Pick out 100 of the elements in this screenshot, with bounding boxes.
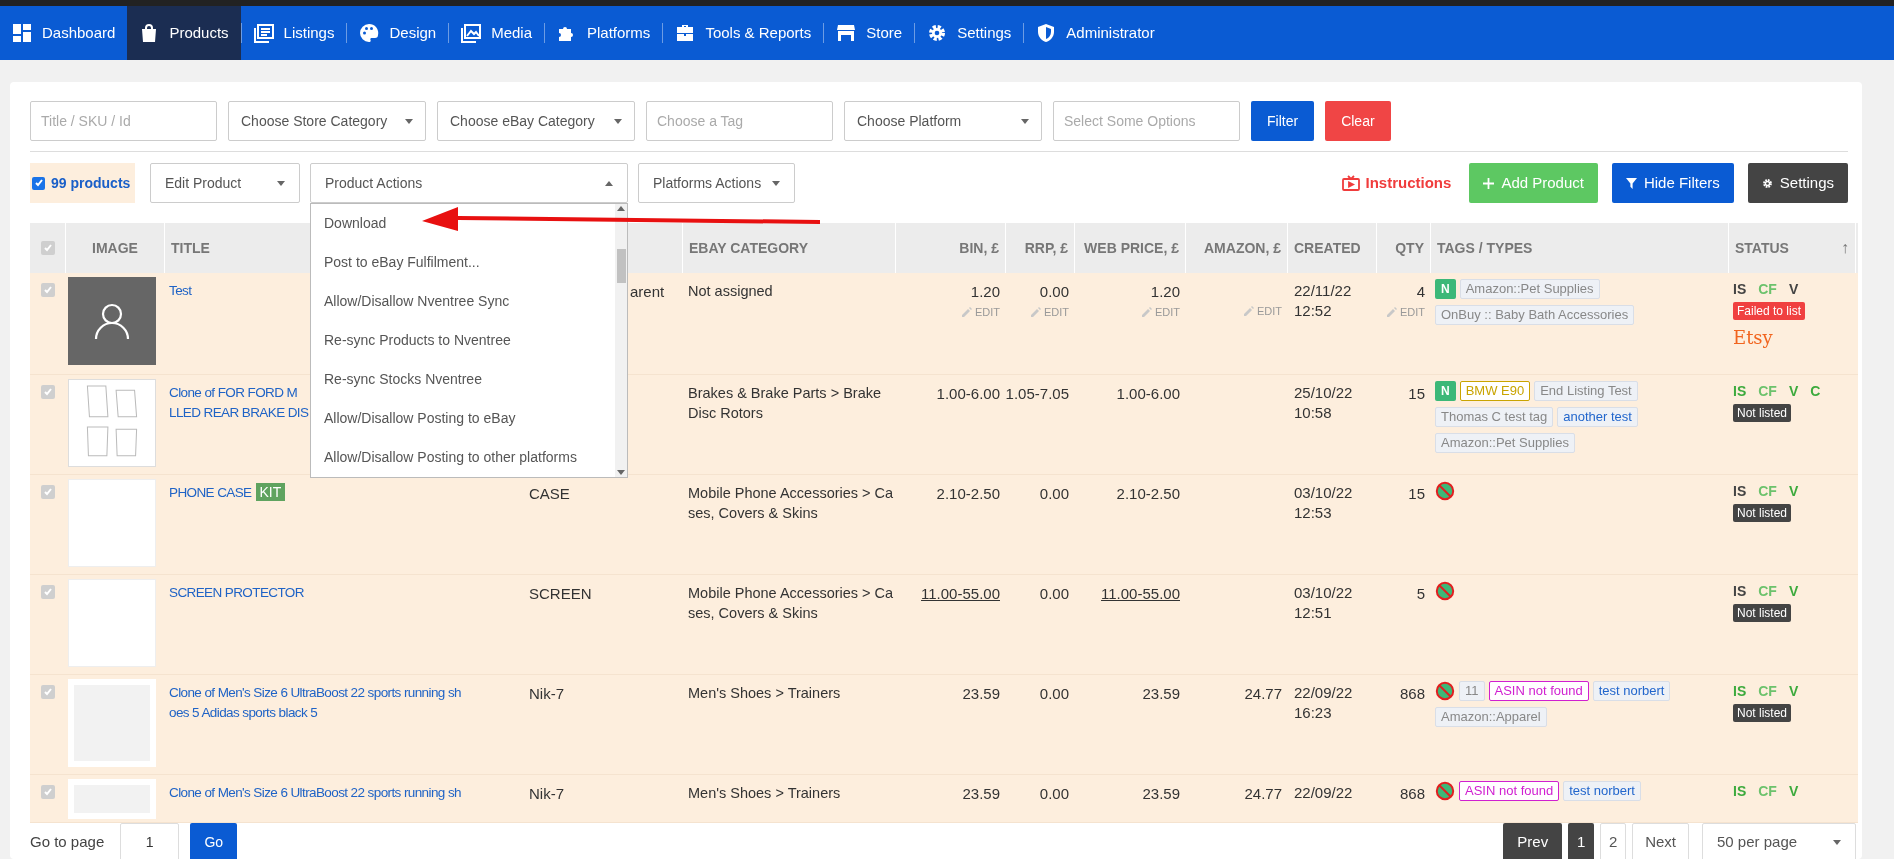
scrollbar[interactable] xyxy=(615,204,627,477)
filter-field[interactable]: Select Some Options xyxy=(1053,101,1240,141)
hide-filters-button[interactable]: Hide Filters xyxy=(1611,163,1734,203)
caret-icon xyxy=(1833,839,1841,845)
product-title-link[interactable]: Clone of Men's Size 6 UltraBoost 22 sports running sh xyxy=(169,783,461,803)
column-header[interactable]: TAGS / TYPES xyxy=(1437,237,1533,259)
sku-text: arent xyxy=(630,283,665,300)
nav-tab[interactable]: Products xyxy=(127,6,241,60)
tag-label[interactable]: test norbert xyxy=(1563,781,1641,801)
settings-button[interactable]: Settings xyxy=(1747,163,1848,203)
tag-label[interactable]: Amazon::Pet Supplies xyxy=(1459,279,1600,299)
checkbox[interactable] xyxy=(32,176,45,190)
tag-label[interactable]: Amazon::Apparel xyxy=(1435,707,1547,727)
dropdown-item[interactable]: Allow/Disallow Nventree Sync xyxy=(311,282,615,321)
status-badge: Not listed xyxy=(1733,404,1792,422)
tag-label[interactable]: 11 xyxy=(1459,681,1485,701)
column-header[interactable]: AMAZON, £ xyxy=(1204,237,1281,259)
page-field[interactable]: 1 xyxy=(120,823,180,859)
tag-label[interactable]: Thomas C test tag xyxy=(1435,407,1554,427)
go-button[interactable]: Go xyxy=(190,823,238,859)
image-icon xyxy=(461,23,482,43)
filter-select[interactable]: Choose Platform xyxy=(844,101,1042,141)
funnel-icon xyxy=(1625,177,1637,189)
sku-text: CASE xyxy=(529,485,570,502)
next-button[interactable]: Next xyxy=(1632,823,1689,859)
list-icon xyxy=(253,23,274,43)
price-value: 24.77 xyxy=(1244,684,1282,704)
filter-field[interactable]: Choose a Tag xyxy=(646,101,833,141)
dropdown-item[interactable]: Download xyxy=(311,204,615,243)
price-value: 868 xyxy=(1399,684,1425,704)
table-row[interactable]: SCREEN PROTECTOR SCREEN Mobile Phone Accessories > Ca ses, Covers & Skins 11.00-55.00 0.00 11.00-55.00 03/10/22 12:51 5 IS CF V Not listed xyxy=(30,575,1858,675)
column-header[interactable]: WEB PRICE, £ xyxy=(1084,237,1179,259)
filter-select[interactable]: Choose Store Category xyxy=(228,101,426,141)
product-title-link[interactable]: Clone of Men's Size 6 UltraBoost 22 sports running sh oes 5 Adidas sports black 5 xyxy=(169,683,461,723)
tag-label[interactable]: test norbert xyxy=(1592,681,1671,701)
select-value: Product Actions xyxy=(325,173,423,193)
product-title-link[interactable]: PHONE CASE xyxy=(169,483,252,503)
nav-tab[interactable]: Listings xyxy=(241,6,347,60)
tag-label[interactable]: OnBuy :: Baby Bath Accessories xyxy=(1435,305,1635,325)
tag-label[interactable]: ASIN not found xyxy=(1459,781,1560,801)
pencil-icon xyxy=(1386,306,1397,317)
page-button[interactable]: 1 xyxy=(1568,823,1595,859)
table-row[interactable]: Clone of Men's Size 6 UltraBoost 22 sports running sh Nik-7 Men's Shoes > Trainers 23.59 0.00 23.59 24.77 22/09/22 868 ASIN not found test norbert IS CF V xyxy=(30,775,1858,823)
price-value: 23.59 xyxy=(962,684,1000,704)
product-title-link[interactable]: SCREEN PROTECTOR xyxy=(169,583,304,603)
nav-tab[interactable]: Tools & Reports xyxy=(663,6,824,60)
column-header[interactable]: QTY xyxy=(1395,237,1424,259)
filter-button[interactable]: Filter xyxy=(1251,101,1315,141)
nav-tab[interactable]: Store xyxy=(824,6,915,60)
table-row[interactable]: PHONE CASE KIT CASE Mobile Phone Accessories > Ca ses, Covers & Skins 2.10-2.50 0.00 2.10-2.50 03/10/22 12:53 15 IS CF V Not listed xyxy=(30,475,1858,575)
prohibited-icon xyxy=(1435,581,1455,601)
sort-arrow[interactable]: ↑ xyxy=(1841,236,1849,260)
tag-label[interactable]: End Listing Test xyxy=(1534,381,1638,401)
column-header[interactable]: BIN, £ xyxy=(959,237,999,259)
category-text: Men's Shoes > Trainers xyxy=(688,684,841,703)
action-select[interactable]: Edit Product xyxy=(150,163,300,203)
nav-tab[interactable]: Media xyxy=(449,6,544,60)
column-header[interactable]: RRP, £ xyxy=(1024,237,1068,259)
column-header[interactable]: IMAGE xyxy=(92,237,138,259)
prohibited-icon xyxy=(1435,481,1455,501)
tag-label[interactable]: Amazon::Pet Supplies xyxy=(1435,433,1575,453)
product-count: 99 products xyxy=(51,173,131,193)
action-select[interactable]: Product Actions xyxy=(310,163,628,203)
clear-button[interactable]: Clear xyxy=(1325,101,1391,141)
created-date: 22/09/22 16:23 xyxy=(1294,683,1354,723)
filter-select[interactable]: Choose eBay Category xyxy=(437,101,635,141)
per-page-select[interactable]: 50 per page xyxy=(1702,823,1856,859)
nav-tab[interactable]: Settings xyxy=(915,6,1024,60)
product-title-link[interactable]: Clone of FOR FORD M LLED REAR BRAKE DIS xyxy=(169,383,309,423)
column-header[interactable]: STATUS xyxy=(1735,237,1789,259)
column-header[interactable]: CREATED xyxy=(1294,237,1361,259)
price-value: 5 xyxy=(1416,584,1425,604)
product-title-link[interactable]: Test xyxy=(169,281,192,301)
plus-icon xyxy=(1483,177,1495,189)
dropdown-item[interactable]: Allow/Disallow Posting to other platforms xyxy=(311,438,615,477)
new-badge: N xyxy=(1435,381,1456,401)
scrollbar-thumb[interactable] xyxy=(616,248,626,283)
nav-tab[interactable]: Platforms xyxy=(545,6,663,60)
nav-tab[interactable]: Design xyxy=(347,6,449,60)
platform-logo: Etsy xyxy=(1733,326,1773,350)
store-icon xyxy=(836,23,857,43)
dropdown-item[interactable]: Allow/Disallow Posting to eBay xyxy=(311,399,615,438)
select-value: Choose eBay Category xyxy=(450,111,595,131)
column-header[interactable]: TITLE xyxy=(171,237,210,259)
page-button[interactable]: 2 xyxy=(1600,823,1627,859)
status-code-label: V xyxy=(1788,382,1799,401)
tag-label[interactable]: ASIN not found xyxy=(1488,681,1589,701)
tag-label[interactable]: another test xyxy=(1557,407,1638,427)
nav-tab[interactable]: Administrator xyxy=(1024,6,1167,60)
dropdown-item[interactable]: Re-sync Products to Nventree xyxy=(311,321,615,360)
select-value: Choose Store Category xyxy=(241,111,388,131)
filter-field[interactable]: Title / SKU / Id xyxy=(30,101,217,141)
nav-tab[interactable]: Dashboard xyxy=(0,6,128,60)
page-label: Go to page xyxy=(30,831,105,852)
instructions-link[interactable]: Instructions xyxy=(1341,171,1452,195)
table-row[interactable] xyxy=(30,675,1858,775)
prev-button[interactable]: Prev xyxy=(1503,823,1563,859)
status-code-label: CF xyxy=(1758,782,1777,801)
column-header[interactable]: EBAY CATEGORY xyxy=(689,237,809,259)
action-select[interactable]: Platforms Actions xyxy=(638,163,795,203)
